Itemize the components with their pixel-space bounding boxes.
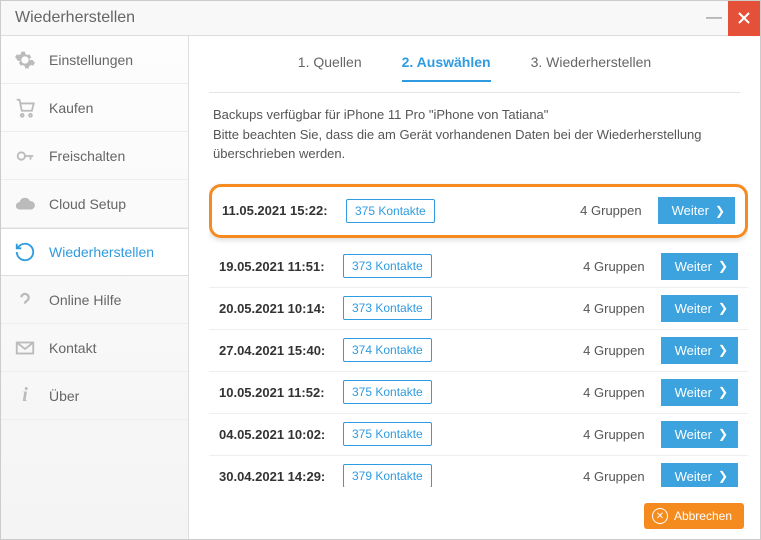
contacts-badge[interactable]: 375 Kontakte — [346, 199, 435, 223]
backup-date: 27.04.2021 15:40: — [219, 343, 337, 358]
key-icon — [13, 144, 37, 168]
backup-row[interactable]: 20.05.2021 10:14: 373 Kontakte 4 Gruppen We… — [209, 288, 748, 330]
cart-icon — [13, 96, 37, 120]
cloud-icon — [13, 192, 37, 216]
cancel-label: Abbrechen — [674, 509, 732, 523]
groups-count: 4 Gruppen — [583, 259, 644, 274]
contacts-badge[interactable]: 375 Kontakte — [343, 422, 432, 446]
cancel-button[interactable]: ✕ Abbrechen — [644, 503, 744, 529]
weiter-button[interactable]: Weiter ❯ — [661, 337, 738, 364]
chevron-right-icon: ❯ — [718, 427, 728, 441]
backup-date: 10.05.2021 11:52: — [219, 385, 337, 400]
info-icon: i — [13, 384, 37, 408]
tab-wiederherstellen[interactable]: 3. Wiederherstellen — [531, 54, 652, 82]
weiter-button[interactable]: Weiter ❯ — [658, 197, 735, 224]
chevron-right-icon: ❯ — [715, 204, 725, 218]
sidebar-item-online-hilfe[interactable]: Online Hilfe — [1, 276, 188, 324]
sidebar-item-kaufen[interactable]: Kaufen — [1, 84, 188, 132]
sidebar-item-label: Über — [49, 388, 79, 404]
sidebar-item-wiederherstellen[interactable]: Wiederherstellen — [1, 228, 188, 276]
sidebar-item-label: Cloud Setup — [49, 196, 126, 212]
chevron-right-icon: ❯ — [718, 301, 728, 315]
tab-quellen[interactable]: 1. Quellen — [298, 54, 362, 82]
backup-date: 04.05.2021 10:02: — [219, 427, 337, 442]
close-icon — [738, 12, 750, 24]
minimize-button[interactable]: — — [700, 1, 728, 36]
contacts-badge[interactable]: 379 Kontakte — [343, 464, 432, 487]
sidebar-item-ueber[interactable]: i Über — [1, 372, 188, 420]
chevron-right-icon: ❯ — [718, 343, 728, 357]
contacts-badge[interactable]: 373 Kontakte — [343, 296, 432, 320]
backup-row[interactable]: 30.04.2021 14:29: 379 Kontakte 4 Gruppen We… — [209, 456, 748, 488]
footer: ✕ Abbrechen — [189, 495, 760, 539]
chevron-right-icon: ❯ — [718, 259, 728, 273]
weiter-button[interactable]: Weiter ❯ — [661, 253, 738, 280]
cancel-icon: ✕ — [652, 508, 668, 524]
sidebar-item-kontakt[interactable]: Kontakt — [1, 324, 188, 372]
sidebar-item-label: Kaufen — [49, 100, 93, 116]
groups-count: 4 Gruppen — [580, 203, 641, 218]
groups-count: 4 Gruppen — [583, 343, 644, 358]
sidebar: Einstellungen Kaufen Freischalten Cloud … — [1, 36, 189, 539]
groups-count: 4 Gruppen — [583, 427, 644, 442]
sidebar-item-label: Wiederherstellen — [49, 244, 154, 260]
restore-icon — [13, 240, 37, 264]
groups-count: 4 Gruppen — [583, 385, 644, 400]
sidebar-item-label: Freischalten — [49, 148, 125, 164]
tab-auswaehlen[interactable]: 2. Auswählen — [402, 54, 491, 82]
groups-count: 4 Gruppen — [583, 469, 644, 484]
backup-row[interactable]: 11.05.2021 15:22: 375 Kontakte 4 Gruppen We… — [209, 184, 748, 238]
weiter-button[interactable]: Weiter ❯ — [661, 295, 738, 322]
backup-row[interactable]: 10.05.2021 11:52: 375 Kontakte 4 Gruppen We… — [209, 372, 748, 414]
backup-date: 20.05.2021 10:14: — [219, 301, 337, 316]
contacts-badge[interactable]: 375 Kontakte — [343, 380, 432, 404]
titlebar: Wiederherstellen — — [1, 1, 760, 36]
backup-date: 30.04.2021 14:29: — [219, 469, 337, 484]
help-icon — [13, 288, 37, 312]
sidebar-item-cloud-setup[interactable]: Cloud Setup — [1, 180, 188, 228]
weiter-button[interactable]: Weiter ❯ — [661, 421, 738, 448]
backup-list[interactable]: 11.05.2021 15:22: 375 Kontakte 4 Gruppen We… — [209, 180, 748, 488]
contacts-badge[interactable]: 373 Kontakte — [343, 254, 432, 278]
chevron-right-icon: ❯ — [718, 469, 728, 483]
sidebar-item-label: Kontakt — [49, 340, 96, 356]
content-area: 1. Quellen 2. Auswählen 3. Wiederherstel… — [189, 36, 760, 539]
sidebar-item-label: Online Hilfe — [49, 292, 121, 308]
backup-row[interactable]: 04.05.2021 10:02: 375 Kontakte 4 Gruppen We… — [209, 414, 748, 456]
chevron-right-icon: ❯ — [718, 385, 728, 399]
sidebar-item-einstellungen[interactable]: Einstellungen — [1, 36, 188, 84]
close-button[interactable] — [728, 1, 760, 36]
weiter-button[interactable]: Weiter ❯ — [661, 379, 738, 406]
gear-icon — [13, 48, 37, 72]
mail-icon — [13, 336, 37, 360]
backup-date: 11.05.2021 15:22: — [222, 203, 340, 218]
groups-count: 4 Gruppen — [583, 301, 644, 316]
weiter-button[interactable]: Weiter ❯ — [661, 463, 738, 488]
intro-text: Backups verfügbar für iPhone 11 Pro "iPh… — [189, 93, 760, 172]
sidebar-item-freischalten[interactable]: Freischalten — [1, 132, 188, 180]
backup-date: 19.05.2021 11:51: — [219, 259, 337, 274]
contacts-badge[interactable]: 374 Kontakte — [343, 338, 432, 362]
sidebar-item-label: Einstellungen — [49, 52, 133, 68]
intro-line2: Bitte beachten Sie, dass die am Gerät vo… — [213, 125, 736, 164]
backup-row[interactable]: 27.04.2021 15:40: 374 Kontakte 4 Gruppen We… — [209, 330, 748, 372]
backup-row[interactable]: 19.05.2021 11:51: 373 Kontakte 4 Gruppen We… — [209, 246, 748, 288]
wizard-tabs: 1. Quellen 2. Auswählen 3. Wiederherstel… — [209, 36, 740, 93]
window-title: Wiederherstellen — [15, 9, 700, 27]
intro-line1: Backups verfügbar für iPhone 11 Pro "iPh… — [213, 105, 736, 125]
